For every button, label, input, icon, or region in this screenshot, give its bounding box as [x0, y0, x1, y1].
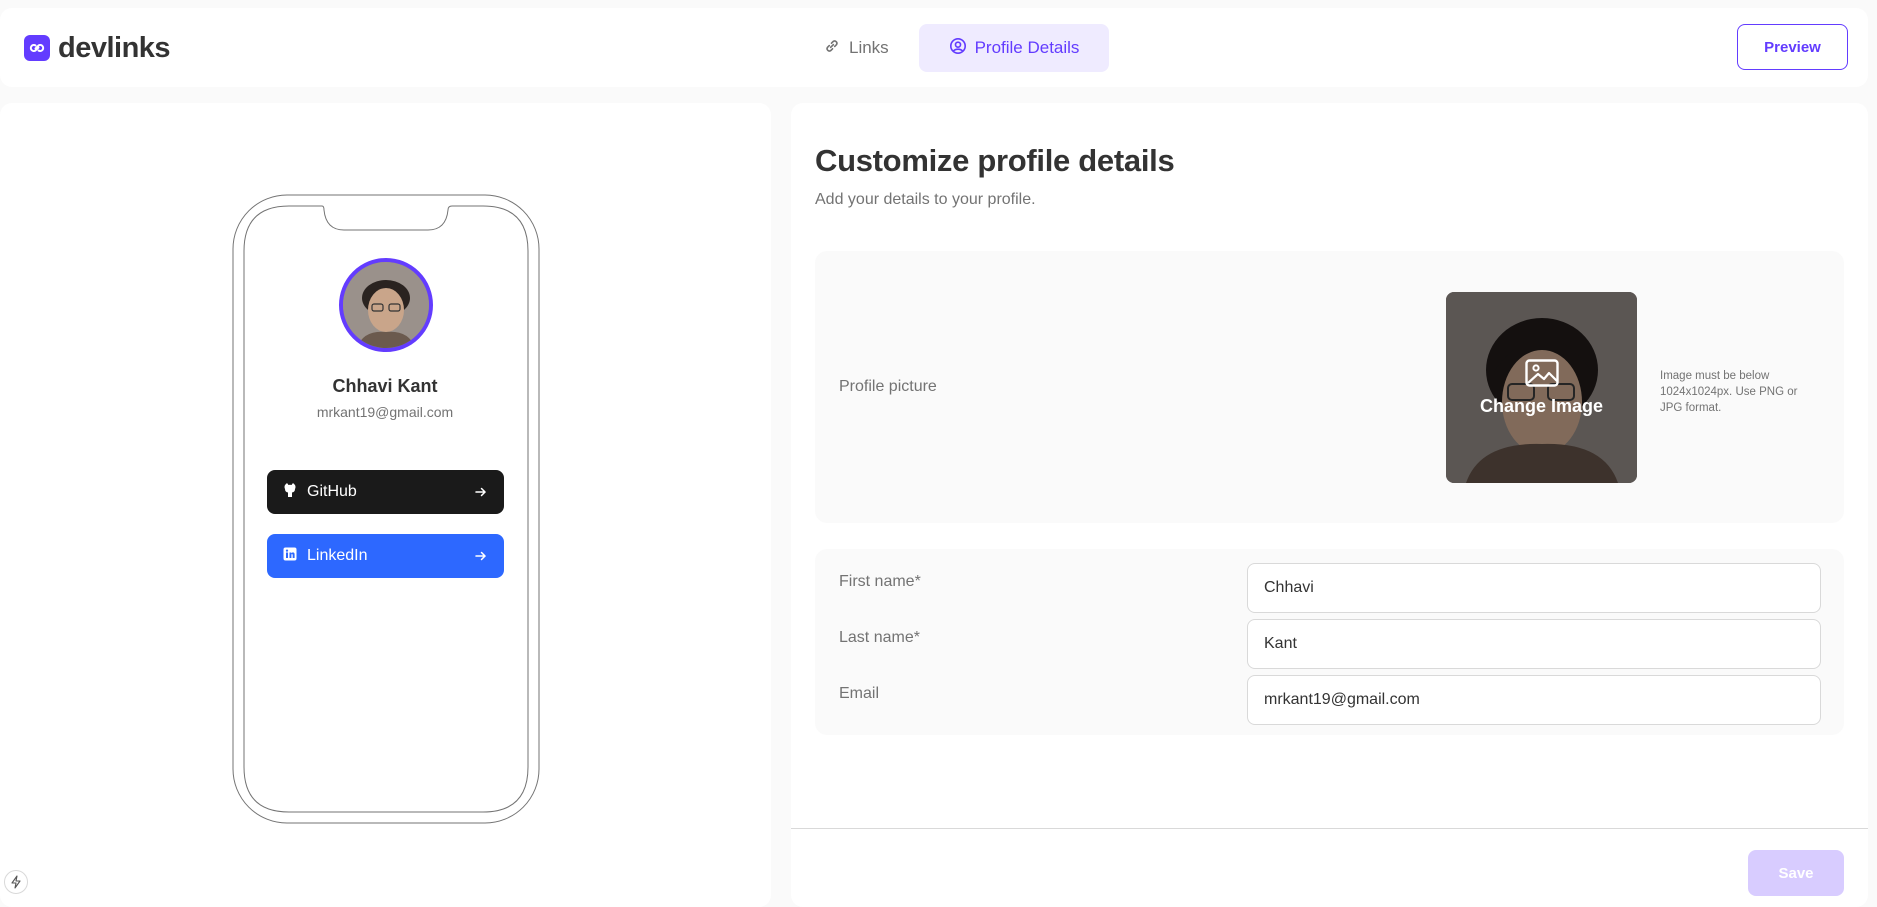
last-name-field[interactable] — [1247, 619, 1821, 669]
first-name-label: First name* — [839, 573, 921, 590]
lightning-icon[interactable] — [4, 870, 28, 894]
preview-name: Chhavi Kant — [332, 376, 438, 396]
tab-profile-details[interactable]: Profile Details — [919, 24, 1109, 72]
profile-details-panel: Customize profile details Add your detai… — [791, 103, 1868, 907]
page-subtitle: Add your details to your profile. — [815, 191, 1036, 208]
logo-text: devlinks — [58, 31, 171, 64]
preview-link-github-label: GitHub — [307, 483, 357, 500]
tab-links[interactable]: Links — [796, 24, 916, 72]
footer-divider — [791, 828, 1868, 829]
tab-links-label: Links — [849, 38, 889, 57]
preview-email: mrkant19@gmail.com — [316, 404, 454, 420]
preview-avatar — [339, 258, 433, 352]
page-title: Customize profile details — [815, 143, 1175, 178]
upload-overlay: Change Image — [1446, 292, 1637, 483]
arrow-right-icon — [474, 549, 488, 563]
app-logo[interactable]: devlinks — [24, 31, 171, 64]
profile-fields-card: First name* Last name* Email — [815, 549, 1844, 735]
preview-link-linkedin-label: LinkedIn — [307, 547, 368, 564]
github-icon — [283, 482, 297, 503]
user-circle-icon — [949, 37, 967, 60]
last-name-label: Last name* — [839, 629, 920, 646]
profile-picture-upload[interactable]: Change Image — [1446, 292, 1637, 483]
image-icon — [1524, 358, 1559, 392]
logo-icon — [24, 35, 50, 61]
preview-link-github[interactable]: GitHub — [267, 470, 504, 514]
preview-link-linkedin[interactable]: LinkedIn — [267, 534, 504, 578]
email-label: Email — [839, 685, 880, 702]
save-button[interactable]: Save — [1748, 850, 1844, 896]
top-nav: devlinks Links Profile Details Preview — [0, 8, 1868, 87]
linkedin-icon — [283, 547, 297, 566]
profile-picture-hint: Image must be below 1024x1024px. Use PNG… — [1660, 370, 1798, 414]
profile-picture-card: Profile picture Change Image Image must … — [815, 251, 1844, 523]
arrow-right-icon — [474, 485, 488, 499]
first-name-field[interactable] — [1247, 563, 1821, 613]
profile-picture-label: Profile picture — [839, 378, 937, 395]
link-icon — [823, 37, 841, 60]
email-field[interactable] — [1247, 675, 1821, 725]
preview-button[interactable]: Preview — [1737, 24, 1848, 70]
tab-profile-details-label: Profile Details — [974, 38, 1080, 57]
change-image-label: Change Image — [1479, 395, 1604, 416]
